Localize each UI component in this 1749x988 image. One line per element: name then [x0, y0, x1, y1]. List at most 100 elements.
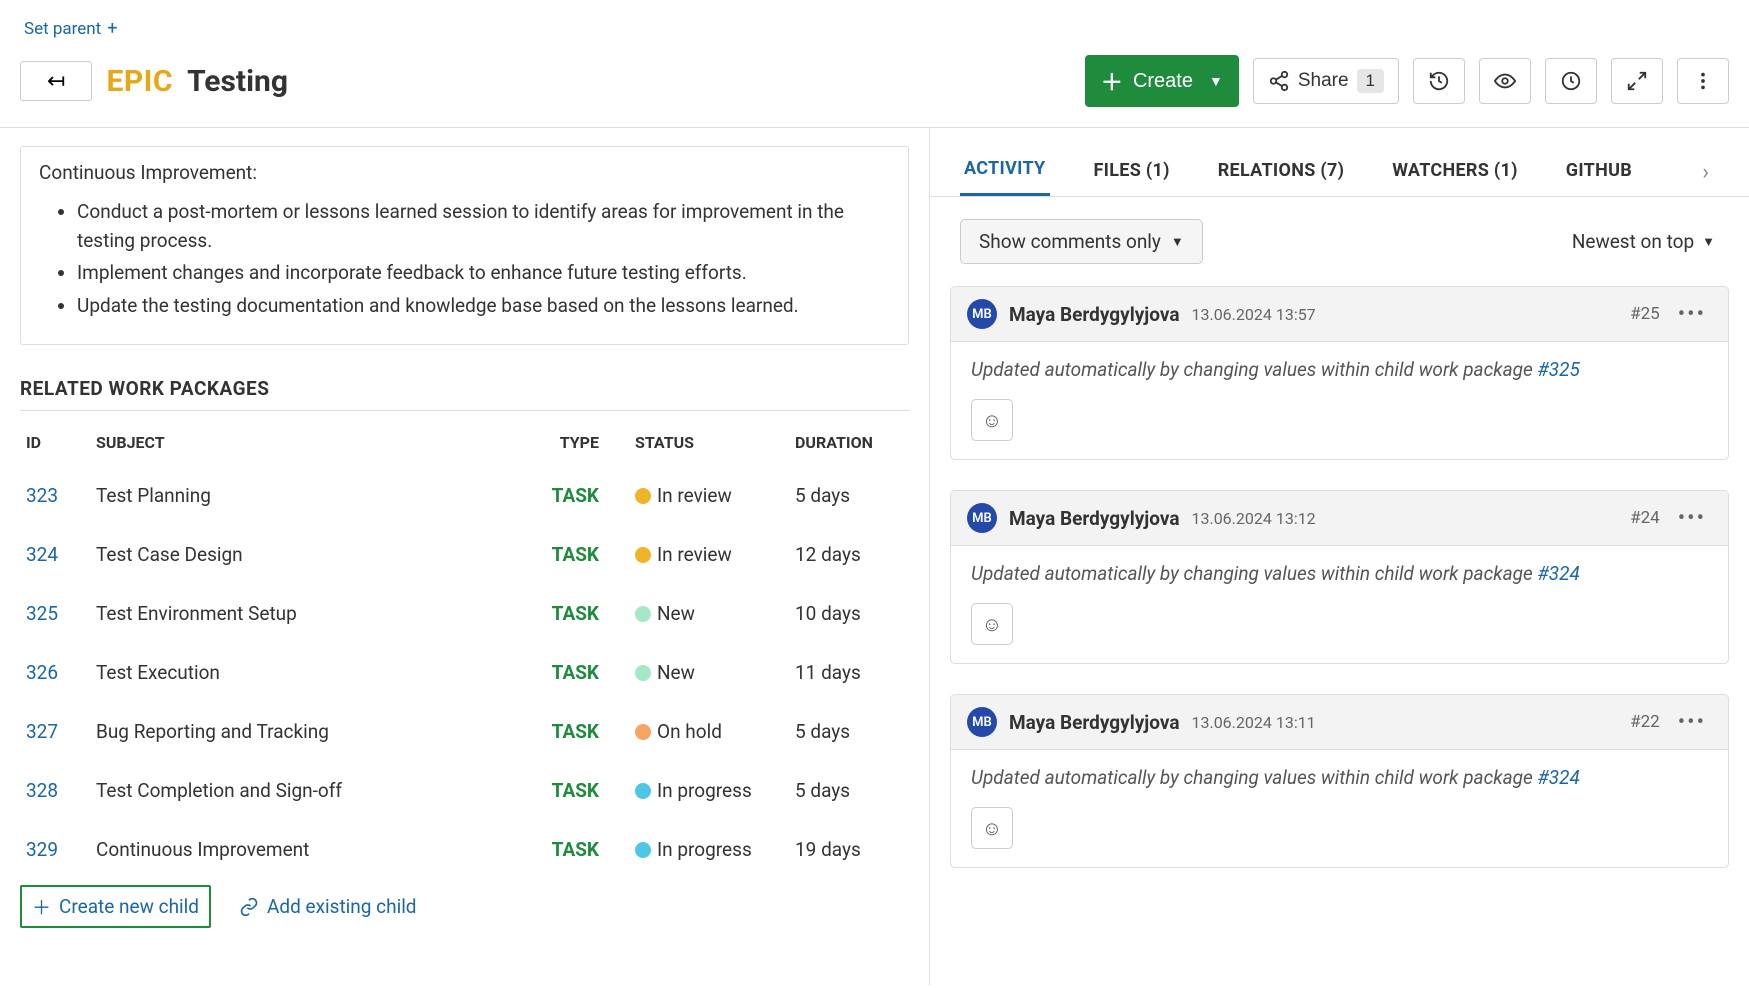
timer-button[interactable] — [1545, 58, 1597, 104]
activity-timestamp: 13.06.2024 13:11 — [1191, 713, 1315, 732]
plus-icon: ＋ — [1101, 65, 1123, 97]
activity-more-button[interactable]: ••• — [1672, 302, 1712, 327]
tab-github[interactable]: GITHUB — [1562, 150, 1636, 195]
activity-author[interactable]: Maya Berdygylyjova — [1009, 711, 1179, 734]
share-label: Share — [1298, 70, 1349, 92]
clock-icon — [1560, 70, 1582, 92]
activity-wp-link[interactable]: #324 — [1537, 562, 1579, 585]
activity-more-button[interactable]: ••• — [1672, 710, 1712, 735]
link-icon — [239, 897, 259, 917]
add-reaction-button[interactable]: ☺ — [971, 807, 1013, 849]
tab-files[interactable]: FILES (1) — [1090, 150, 1174, 195]
comments-filter-dropdown[interactable]: Show comments only ▼ — [960, 219, 1203, 264]
col-subject[interactable]: SUBJECT — [90, 419, 539, 466]
wp-subject: Test Case Design — [90, 525, 539, 584]
status-dot-icon — [635, 724, 651, 740]
activity-sequence[interactable]: #25 — [1630, 304, 1660, 324]
table-row[interactable]: 323Test PlanningTASKIn review5 days — [20, 466, 909, 525]
wp-status: In progress — [657, 838, 752, 861]
wp-id-link[interactable]: 327 — [26, 720, 58, 743]
add-existing-child-button[interactable]: Add existing child — [229, 889, 427, 924]
work-package-type: EPIC — [106, 64, 173, 99]
create-new-child-button[interactable]: ＋ Create new child — [20, 885, 211, 928]
wp-duration: 5 days — [789, 466, 909, 525]
activity-header: MBMaya Berdygylyjova13.06.2024 13:57#25•… — [951, 287, 1728, 342]
add-reaction-button[interactable]: ☺ — [971, 603, 1013, 645]
wp-duration: 5 days — [789, 702, 909, 761]
wp-status: In progress — [657, 779, 752, 802]
wp-id-link[interactable]: 325 — [26, 602, 58, 625]
tabs-scroll-right[interactable]: › — [1702, 160, 1719, 185]
chevron-down-icon: ▼ — [1702, 234, 1715, 250]
col-type[interactable]: TYPE — [539, 419, 629, 466]
wp-id-link[interactable]: 323 — [26, 484, 58, 507]
wp-type: TASK — [552, 602, 599, 625]
activity-body: Updated automatically by changing values… — [951, 750, 1728, 807]
wp-id-link[interactable]: 326 — [26, 661, 58, 684]
page-title[interactable]: Testing — [187, 64, 288, 99]
table-row[interactable]: 327Bug Reporting and TrackingTASKOn hold… — [20, 702, 909, 761]
kebab-icon — [1692, 70, 1714, 92]
col-duration[interactable]: DURATION — [789, 419, 909, 466]
description-bullet: Implement changes and incorporate feedba… — [77, 259, 890, 288]
wp-type: TASK — [552, 838, 599, 861]
col-id[interactable]: ID — [20, 419, 90, 466]
work-package-details: Continuous Improvement: Conduct a post-m… — [0, 128, 930, 985]
wp-id-link[interactable]: 328 — [26, 779, 58, 802]
activity-wp-link[interactable]: #325 — [1537, 358, 1579, 381]
wp-type: TASK — [552, 543, 599, 566]
table-row[interactable]: 328Test Completion and Sign-offTASKIn pr… — [20, 761, 909, 820]
fullscreen-button[interactable] — [1611, 58, 1663, 104]
description-bullet: Conduct a post-mortem or lessons learned… — [77, 198, 890, 255]
tab-activity[interactable]: ACTIVITY — [960, 148, 1050, 196]
expand-icon — [1626, 70, 1648, 92]
share-icon — [1268, 70, 1290, 92]
sort-order-dropdown[interactable]: Newest on top ▼ — [1568, 219, 1719, 264]
eye-icon — [1494, 70, 1516, 92]
create-button[interactable]: ＋ Create ▼ — [1085, 55, 1239, 107]
related-table: ID SUBJECT TYPE STATUS DURATION 323Test … — [20, 419, 909, 879]
share-button[interactable]: Share 1 — [1253, 58, 1399, 104]
wp-duration: 11 days — [789, 643, 909, 702]
table-row[interactable]: 325Test Environment SetupTASKNew10 days — [20, 584, 909, 643]
activity-item: MBMaya Berdygylyjova13.06.2024 13:57#25•… — [950, 286, 1729, 460]
activity-author[interactable]: Maya Berdygylyjova — [1009, 507, 1179, 530]
activity-body: Updated automatically by changing values… — [951, 342, 1728, 399]
activity-more-button[interactable]: ••• — [1672, 506, 1712, 531]
col-status[interactable]: STATUS — [629, 419, 789, 466]
wp-status: New — [657, 602, 695, 625]
activity-author[interactable]: Maya Berdygylyjova — [1009, 303, 1179, 326]
status-dot-icon — [635, 783, 651, 799]
activity-wp-link[interactable]: #324 — [1537, 766, 1579, 789]
avatar[interactable]: MB — [967, 707, 997, 737]
more-actions-button[interactable] — [1677, 58, 1729, 104]
watch-button[interactable] — [1479, 58, 1531, 104]
table-row[interactable]: 324Test Case DesignTASKIn review12 days — [20, 525, 909, 584]
set-parent-link[interactable]: Set parent + — [0, 0, 141, 49]
table-row[interactable]: 329Continuous ImprovementTASKIn progress… — [20, 820, 909, 879]
wp-type: TASK — [552, 779, 599, 802]
description-bullet: Update the testing documentation and kno… — [77, 292, 890, 321]
tabs: ACTIVITY FILES (1) RELATIONS (7) WATCHER… — [930, 138, 1749, 197]
wp-id-link[interactable]: 324 — [26, 543, 58, 566]
avatar[interactable]: MB — [967, 503, 997, 533]
activity-sequence[interactable]: #24 — [1630, 508, 1660, 528]
plus-icon: + — [107, 18, 117, 39]
wp-id-link[interactable]: 329 — [26, 838, 58, 861]
wp-subject: Test Environment Setup — [90, 584, 539, 643]
activity-sequence[interactable]: #22 — [1630, 712, 1660, 732]
back-button[interactable]: ↤ — [20, 61, 92, 101]
add-reaction-button[interactable]: ☺ — [971, 399, 1013, 441]
table-row[interactable]: 326Test ExecutionTASKNew11 days — [20, 643, 909, 702]
activity-header: MB Maya Berdygylyjova 13.06.2024 13:11 #22 •… — [951, 695, 1728, 750]
tab-relations[interactable]: RELATIONS (7) — [1214, 150, 1349, 195]
status-dot-icon — [635, 842, 651, 858]
tab-watchers[interactable]: WATCHERS (1) — [1388, 150, 1522, 195]
avatar[interactable]: MB — [967, 299, 997, 329]
status-dot-icon — [635, 606, 651, 622]
description-box[interactable]: Continuous Improvement: Conduct a post-m… — [20, 146, 909, 345]
wp-status: In review — [657, 543, 732, 566]
wp-type: TASK — [552, 661, 599, 684]
add-existing-label: Add existing child — [267, 895, 417, 918]
history-button[interactable] — [1413, 58, 1465, 104]
